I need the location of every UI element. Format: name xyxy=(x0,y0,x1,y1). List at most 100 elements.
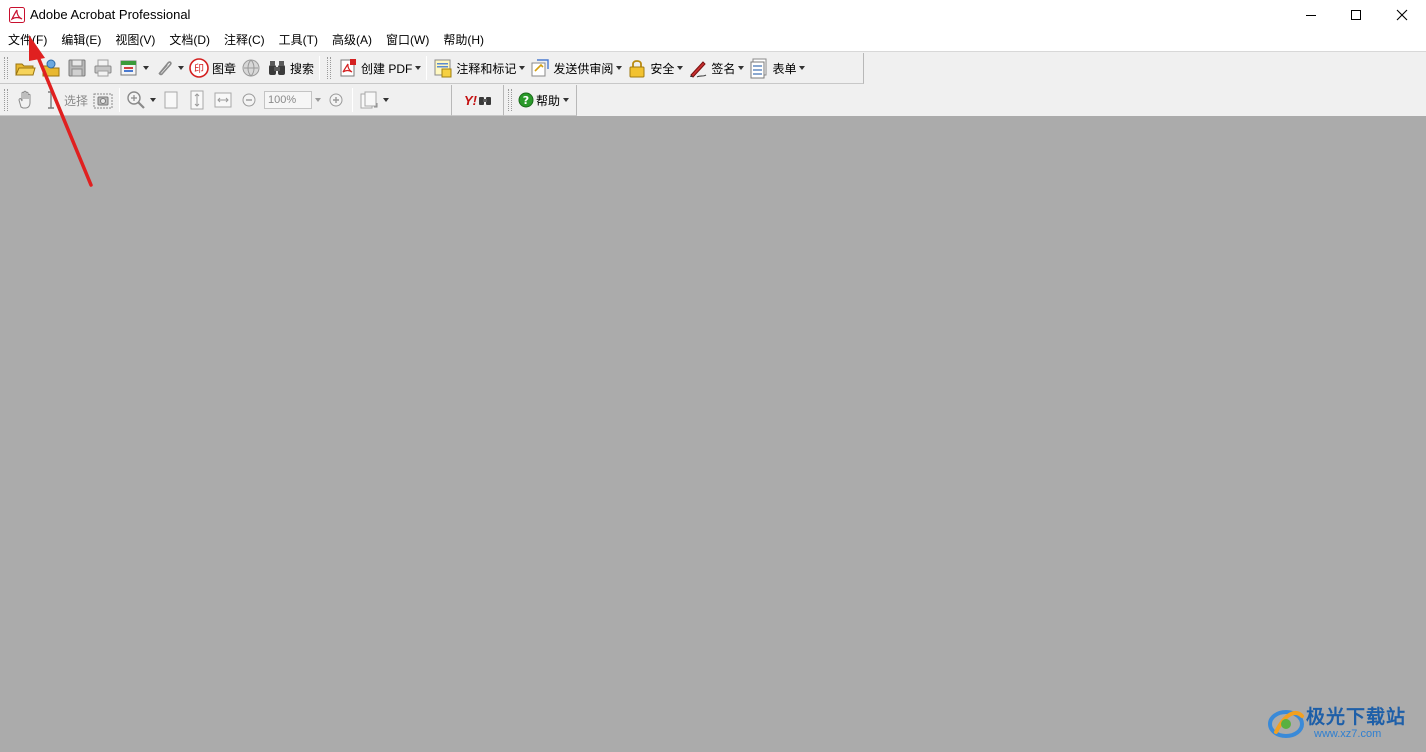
fit-page-button[interactable] xyxy=(184,87,210,113)
fit-width-icon xyxy=(214,92,232,108)
title-bar: Adobe Acrobat Professional xyxy=(0,0,1426,30)
zoom-out-button[interactable] xyxy=(236,87,262,113)
document-area[interactable] xyxy=(0,116,1426,752)
svg-text:印: 印 xyxy=(194,63,204,75)
stamp-label: 图章 xyxy=(212,61,237,76)
navigation-toolbar: 选择 100% xyxy=(0,85,452,116)
menu-edit[interactable]: 编辑(E) xyxy=(55,30,107,51)
main-toolbar: 印 图章 搜索 创建 PDF 注释和标记 发送供审阅 安全 签名 表单 xyxy=(0,53,864,84)
organizer-icon xyxy=(42,59,60,77)
zoom-value[interactable]: 100% xyxy=(264,91,313,109)
email-document-icon xyxy=(120,60,137,76)
yahoo-search-button[interactable]: Y! xyxy=(462,87,494,113)
zoom-in-button[interactable] xyxy=(323,87,349,113)
select-label: 选择 xyxy=(64,93,89,108)
watermark-url: www.xz7.com xyxy=(1314,728,1382,740)
sign-dropdown-caret[interactable] xyxy=(738,66,745,70)
comment-markup-button[interactable]: 注释和标记 xyxy=(430,55,527,81)
comment-note-icon xyxy=(434,59,452,78)
maximize-button[interactable] xyxy=(1333,0,1379,30)
binoculars-icon xyxy=(269,61,286,75)
security-button[interactable]: 安全 xyxy=(624,55,685,81)
zoom-level-dropdown-caret[interactable] xyxy=(315,98,322,102)
menu-file[interactable]: 文件(F) xyxy=(2,30,53,51)
actual-size-button[interactable] xyxy=(158,87,184,113)
attach-dropdown-caret[interactable] xyxy=(178,66,184,70)
organizer-button[interactable] xyxy=(38,55,64,81)
close-button[interactable] xyxy=(1379,0,1425,30)
menu-document[interactable]: 文档(D) xyxy=(163,30,216,51)
create-pdf-dropdown-caret[interactable] xyxy=(415,66,422,70)
minimize-button[interactable] xyxy=(1288,0,1334,30)
camera-snapshot-icon xyxy=(93,93,113,109)
hand-tool-button[interactable] xyxy=(12,87,38,113)
fit-width-button[interactable] xyxy=(210,87,236,113)
forms-button[interactable]: 表单 xyxy=(746,55,807,81)
acrobat-app-icon xyxy=(9,7,25,23)
open-folder-icon xyxy=(15,63,36,76)
toolbar-grip[interactable] xyxy=(4,57,8,79)
open-button[interactable] xyxy=(12,55,38,81)
globe-icon xyxy=(242,59,260,77)
menu-help[interactable]: 帮助(H) xyxy=(437,30,490,51)
create-pdf-label: 创建 PDF xyxy=(361,61,413,76)
toolbar-grip[interactable] xyxy=(508,89,512,111)
toolbar-area: 印 图章 搜索 创建 PDF 注释和标记 发送供审阅 安全 签名 表单 选择 1… xyxy=(0,51,1426,116)
hand-icon xyxy=(18,90,31,109)
search-label: 搜索 xyxy=(290,61,315,76)
help-question-icon: ? xyxy=(518,92,534,108)
zoom-tool-dropdown-caret[interactable] xyxy=(150,98,157,102)
yahoo-toolbar: Y! xyxy=(452,85,504,116)
comment-dropdown-caret[interactable] xyxy=(519,66,526,70)
create-pdf-button[interactable]: 创建 PDF xyxy=(335,55,423,81)
send-review-button[interactable]: 发送供审阅 xyxy=(527,55,624,81)
menu-window[interactable]: 窗口(W) xyxy=(380,30,435,51)
magnifier-zoom-icon xyxy=(127,91,145,109)
send-review-label: 发送供审阅 xyxy=(553,61,614,76)
maximize-icon xyxy=(1351,10,1361,20)
review-dropdown-caret[interactable] xyxy=(616,66,623,70)
save-button[interactable] xyxy=(64,55,90,81)
forms-dropdown-caret[interactable] xyxy=(799,66,806,70)
security-dropdown-caret[interactable] xyxy=(677,66,684,70)
menu-advanced[interactable]: 高级(A) xyxy=(326,30,378,51)
email-button[interactable] xyxy=(116,55,151,81)
email-dropdown-caret[interactable] xyxy=(143,66,149,70)
select-tool-button[interactable]: 选择 xyxy=(38,87,90,113)
minimize-icon xyxy=(1306,15,1316,16)
help-label: 帮助 xyxy=(536,93,561,108)
menu-tools[interactable]: 工具(T) xyxy=(273,30,324,51)
zoom-level-field[interactable]: 100% xyxy=(262,87,323,113)
attach-button[interactable] xyxy=(151,55,186,81)
text-cursor-icon xyxy=(48,91,54,109)
toolbar-separator xyxy=(319,56,321,80)
help-button[interactable]: ? 帮助 xyxy=(516,87,571,113)
yahoo-binoculars-icon xyxy=(479,97,491,105)
snapshot-button[interactable] xyxy=(90,87,116,113)
window-title: Adobe Acrobat Professional xyxy=(30,7,191,22)
stamp-button[interactable]: 印 图章 xyxy=(186,55,238,81)
menu-view[interactable]: 视图(V) xyxy=(109,30,161,51)
rotate-pages-icon xyxy=(360,91,378,109)
toolbar-grip[interactable] xyxy=(4,89,8,111)
fit-page-icon xyxy=(190,90,204,110)
toolbar-separator xyxy=(119,88,121,112)
watermark-title: 极光下载站 xyxy=(1306,707,1407,728)
printer-icon xyxy=(94,59,112,77)
print-button[interactable] xyxy=(90,55,116,81)
create-pdf-icon xyxy=(340,59,357,77)
rotate-dropdown-caret[interactable] xyxy=(383,98,390,102)
toolbar-grip[interactable] xyxy=(327,57,332,79)
paperclip-icon xyxy=(158,61,172,76)
online-button[interactable] xyxy=(238,55,264,81)
menu-comments[interactable]: 注释(C) xyxy=(218,30,271,51)
rotate-view-button[interactable] xyxy=(356,87,391,113)
search-button[interactable]: 搜索 xyxy=(264,55,316,81)
yahoo-label: Y! xyxy=(464,92,477,108)
help-dropdown-caret[interactable] xyxy=(563,98,570,102)
svg-text:?: ? xyxy=(523,94,529,107)
sign-label: 签名 xyxy=(711,61,736,76)
sign-button[interactable]: 签名 xyxy=(685,55,746,81)
forms-icon xyxy=(750,58,767,79)
zoom-in-tool-button[interactable] xyxy=(123,87,158,113)
